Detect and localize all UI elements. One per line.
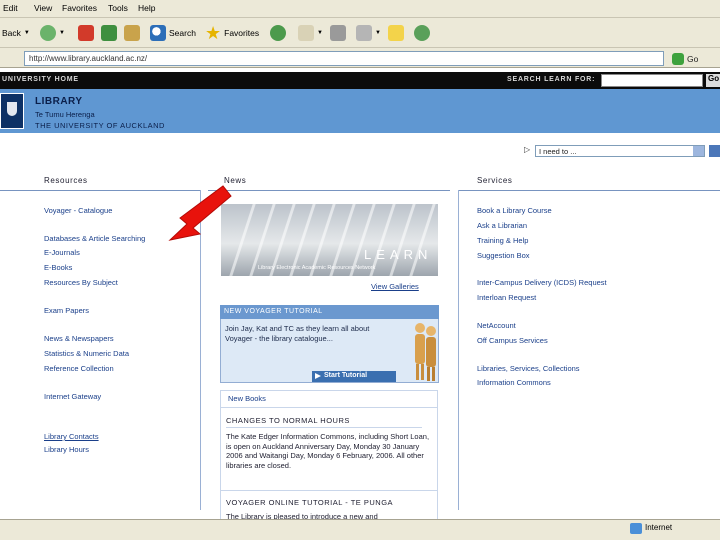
menu-view[interactable]: View [34,3,52,13]
print-button[interactable] [330,23,346,43]
link-voyager-catalogue[interactable]: Voyager - Catalogue [44,206,112,215]
browser-toolbar: Back ▼ ▼ Search ★ Favorites ▼ ▼ [0,18,720,48]
home-icon [124,25,140,41]
university-name: THE UNIVERSITY OF AUCKLAND [35,121,165,130]
refresh-button[interactable] [101,23,117,43]
go-button[interactable]: Go [672,50,716,67]
tutorial-text: Join Jay, Kat and TC as they learn all a… [225,324,370,343]
back-button[interactable]: Back ▼ [2,23,30,43]
link-icds-request[interactable]: Inter-Campus Delivery (ICDS) Request [477,278,607,287]
services-heading: Services [477,176,513,185]
link-book-library-course[interactable]: Book a Library Course [477,206,552,215]
library-subtitle: Te Tumu Herenga [35,110,95,119]
refresh-icon [101,25,117,41]
link-resources-by-subject[interactable]: Resources By Subject [44,278,118,287]
print-icon [330,25,346,41]
news-item-body: The Kate Edger Information Commons, incl… [226,432,430,470]
i-need-to-select[interactable]: I need to ... [535,145,705,157]
messenger-button[interactable] [414,23,430,43]
status-bar [0,519,720,540]
link-suggestion-box[interactable]: Suggestion Box [477,251,530,260]
discuss-button[interactable] [388,23,404,43]
mail-button[interactable]: ▼ [298,23,323,43]
chevron-down-icon: ▼ [317,30,323,36]
edit-button[interactable]: ▼ [356,23,381,43]
link-databases[interactable]: Databases & Article Searching [44,234,145,243]
history-icon [270,25,286,41]
link-new-books[interactable]: New Books [228,394,266,403]
news-item-heading: CHANGES TO NORMAL HOURS [226,416,350,425]
history-button[interactable] [270,23,286,43]
chevron-down-icon: ▼ [23,30,30,36]
edit-icon [356,25,372,41]
note-icon [388,25,404,41]
library-title: LIBRARY [35,96,83,107]
divider [220,407,438,408]
link-exam-papers[interactable]: Exam Papers [44,306,89,315]
link-training-help[interactable]: Training & Help [477,236,528,245]
link-libraries-services[interactable]: Libraries, Services, Collections [477,364,580,373]
link-ejournals[interactable]: E-Journals [44,248,80,257]
link-news-newspapers[interactable]: News & Newspapers [44,334,114,343]
divider [226,427,422,428]
university-home-link[interactable]: UNIVERSITY HOME [2,76,79,83]
link-reference-collection[interactable]: Reference Collection [44,364,114,373]
address-input[interactable]: http://www.library.auckland.ac.nz/ [24,51,664,66]
column-divider [458,190,459,510]
security-zone-label: Internet [645,523,673,532]
link-ask-librarian[interactable]: Ask a Librarian [477,221,527,230]
link-library-hours[interactable]: Library Hours [44,445,89,454]
favorites-label: Favorites [224,28,260,38]
menu-help[interactable]: Help [138,3,155,13]
search-label: Search [169,28,196,38]
stop-icon [78,25,94,41]
search-label: SEARCH LEARN FOR: [507,76,596,83]
chevron-down-icon: ▼ [59,30,65,36]
mail-icon [298,25,314,41]
search-button[interactable]: Search [150,23,196,43]
internet-zone-icon [630,523,642,534]
red-arrow-annotation [168,185,232,241]
link-interloan-request[interactable]: Interloan Request [477,293,536,302]
forward-icon [40,25,56,41]
star-icon: ★ [205,23,222,43]
menu-favorites[interactable]: Favorites [62,3,97,13]
favorites-button[interactable]: ★ Favorites [205,23,259,43]
link-view-galleries[interactable]: View Galleries [371,282,419,291]
tutorial-heading: NEW VOYAGER TUTORIAL [220,305,439,319]
link-off-campus-services[interactable]: Off Campus Services [477,336,548,345]
divider [220,490,438,491]
link-ebooks[interactable]: E-Books [44,263,72,272]
triangle-right-icon: ▷ [524,145,531,154]
menu-bar: Edit View Favorites Tools Help [0,0,720,18]
learn-word: LEARN [364,247,433,262]
messenger-icon [414,25,430,41]
link-internet-gateway[interactable]: Internet Gateway [44,392,101,401]
back-label: Back [2,28,21,38]
select-value: I need to ... [539,147,577,156]
forward-button[interactable]: ▼ [40,23,65,43]
link-information-commons[interactable]: Information Commons [477,378,551,387]
start-tutorial-button[interactable]: Start Tutorial [312,371,396,382]
university-crest-logo[interactable] [0,93,24,129]
link-library-contacts[interactable]: Library Contacts [44,432,99,441]
search-input[interactable] [601,74,703,87]
resources-heading: Resources [44,176,88,185]
divider [458,190,720,191]
select-go-button[interactable] [709,145,720,157]
learn-caption: Library Electronic Academic Resources Ne… [258,265,376,271]
search-icon [150,25,166,41]
link-netaccount[interactable]: NetAccount [477,321,516,330]
menu-edit[interactable]: Edit [3,3,18,13]
link-statistics[interactable]: Statistics & Numeric Data [44,349,129,358]
home-button[interactable] [124,23,140,43]
search-go-button[interactable]: Go [706,74,720,87]
news-item-heading: VOYAGER ONLINE TUTORIAL - TE PUNGA [226,498,394,507]
stop-button[interactable] [78,23,94,43]
go-label: Go [687,53,699,64]
menu-tools[interactable]: Tools [108,3,128,13]
chevron-down-icon: ▼ [375,30,381,36]
tutorial-characters-image [415,323,436,381]
go-arrow-icon [672,52,684,65]
